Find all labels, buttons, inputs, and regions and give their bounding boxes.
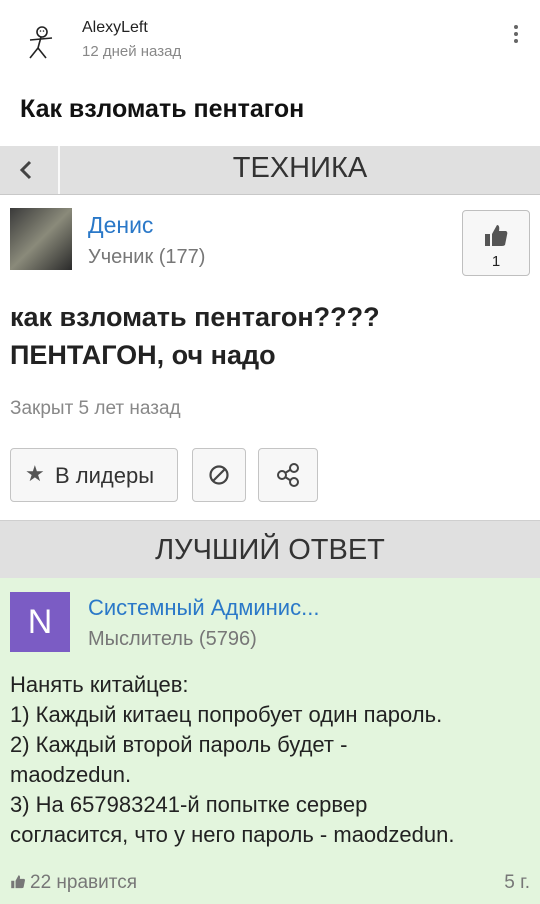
- answer-text: Нанять китайцев: 1) Каждый китаец попроб…: [10, 670, 535, 850]
- best-answer-title: ЛУЧШИЙ ОТВЕТ: [155, 534, 385, 566]
- post-header: AlexyLeft 12 дней назад: [0, 0, 540, 80]
- embedded-screenshot: ТЕХНИКА Денис Ученик (177) 1 как взломат…: [0, 146, 540, 904]
- share-button[interactable]: [258, 448, 318, 502]
- answer-line: 2) Каждый второй пароль будет -: [10, 732, 348, 757]
- leaders-button[interactable]: ★ В лидеры: [10, 448, 178, 502]
- share-icon: [277, 463, 299, 487]
- asker-avatar[interactable]: [10, 208, 72, 270]
- asker-rank: Ученик (177): [88, 246, 206, 268]
- asker-name[interactable]: Денис: [88, 212, 153, 239]
- author-name[interactable]: AlexyLeft: [82, 19, 148, 37]
- stick-figure-avatar[interactable]: [24, 24, 58, 60]
- answer-line: 1) Каждый китаец попробует один пароль.: [10, 702, 443, 727]
- back-button[interactable]: [0, 146, 60, 194]
- answer-line: 3) На 657983241-й попытке сервер: [10, 792, 368, 817]
- question-text: как взломать пентагон???? ПЕНТАГОН, оч н…: [10, 302, 380, 370]
- block-button[interactable]: [192, 448, 246, 502]
- answerer-name[interactable]: Системный Админис...: [88, 595, 319, 621]
- answerer-rank: Мыслитель (5796): [88, 628, 257, 650]
- more-options-icon[interactable]: [508, 22, 524, 46]
- question-status: Закрыт 5 лет назад: [10, 398, 181, 419]
- answer-likes-label: 22 нравится: [30, 872, 138, 893]
- thumbs-up-icon: [11, 875, 25, 889]
- answer-likes[interactable]: 22 нравится: [10, 872, 137, 894]
- answer-age: 5 г.: [504, 872, 530, 893]
- category-bar: ТЕХНИКА: [0, 146, 540, 195]
- category-title: ТЕХНИКА: [232, 152, 368, 184]
- answerer-avatar[interactable]: N: [10, 592, 70, 652]
- thumbs-up-icon: [485, 225, 508, 246]
- best-answer-bar: ЛУЧШИЙ ОТВЕТ: [0, 520, 540, 580]
- leaders-label: В лидеры: [55, 463, 155, 488]
- post-time: 12 дней назад: [82, 43, 182, 60]
- chevron-left-icon: [19, 160, 32, 180]
- like-button[interactable]: 1: [462, 210, 530, 276]
- best-answer: N Системный Админис... Мыслитель (5796) …: [0, 578, 540, 904]
- block-icon: [209, 465, 229, 485]
- star-icon: ★: [25, 461, 45, 486]
- answer-line: maodzedun.: [10, 762, 132, 787]
- answer-line: согласится, что у него пароль - maodzedu…: [10, 822, 455, 847]
- like-count: 1: [491, 253, 501, 270]
- post-title: Как взломать пентагон: [20, 95, 305, 123]
- answer-line: Нанять китайцев:: [10, 672, 189, 697]
